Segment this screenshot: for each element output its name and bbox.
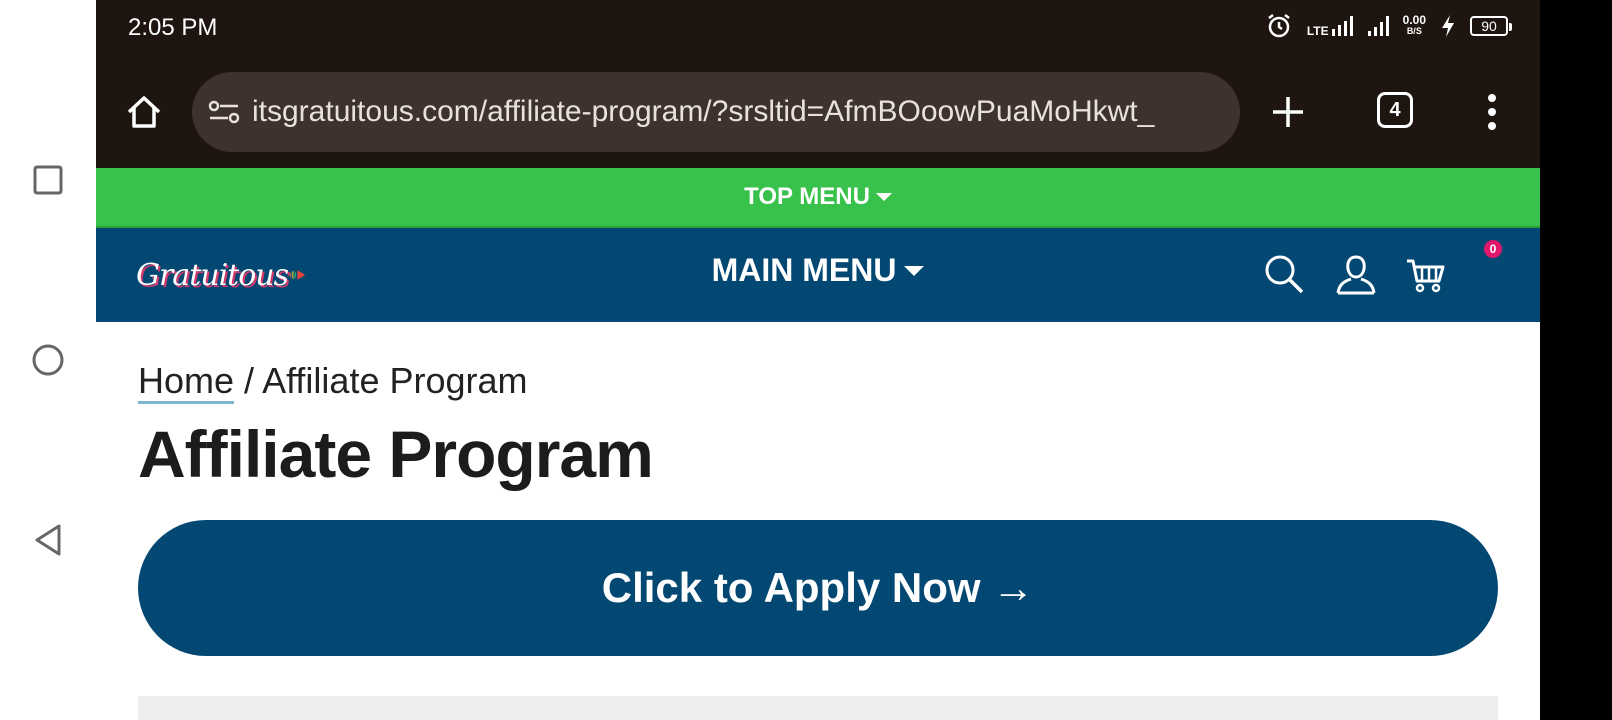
lte-signal: LTE <box>1307 15 1353 37</box>
cart-button[interactable] <box>1402 250 1450 298</box>
android-nav-bar <box>0 0 96 720</box>
back-nav-button[interactable] <box>28 520 68 560</box>
triangle-back-icon <box>35 524 61 556</box>
search-button[interactable] <box>1260 250 1308 298</box>
screen-edge <box>1540 0 1612 720</box>
breadcrumb-home-link[interactable]: Home <box>138 360 235 404</box>
signal-bars-2-icon <box>1367 16 1389 36</box>
home-icon <box>127 96 161 128</box>
recents-button[interactable] <box>28 160 68 200</box>
network-type-label: LTE <box>1306 24 1329 38</box>
breadcrumb-current: Affiliate Program <box>262 360 528 401</box>
browser-home-button[interactable] <box>120 88 168 136</box>
circle-icon <box>32 344 64 376</box>
more-vert-icon <box>1488 94 1496 130</box>
tune-icon <box>208 100 240 124</box>
speed-unit: B/S <box>1406 26 1422 36</box>
address-bar[interactable]: itsgratuitous.com/affiliate-program/?srs… <box>192 72 1240 152</box>
site-settings-icon[interactable] <box>206 94 242 130</box>
page-title: Affiliate Program <box>138 417 654 491</box>
cart-icon <box>1407 259 1445 293</box>
url-text[interactable]: itsgratuitous.com/affiliate-program/?srs… <box>252 95 1222 129</box>
browser-toolbar: itsgratuitous.com/affiliate-program/?srs… <box>96 56 1540 168</box>
main-menu-label: MAIN MENU <box>711 252 897 288</box>
battery-indicator: 90 <box>1470 16 1512 36</box>
speed-value: 0.00 <box>1402 13 1426 27</box>
user-icon <box>1336 255 1376 295</box>
search-icon <box>1265 255 1304 294</box>
breadcrumb: Home / Affiliate Program <box>138 360 528 404</box>
main-navigation: Gratuitous MAIN MENU 0 <box>96 228 1540 322</box>
network-speed: 0.00 B/S <box>1402 13 1426 37</box>
apply-now-button[interactable]: Click to Apply Now → <box>138 520 1498 656</box>
tab-switcher-button[interactable]: 4 <box>1377 92 1413 128</box>
top-menu-toggle[interactable]: TOP MENU <box>96 168 1540 228</box>
alarm-icon <box>1268 14 1290 38</box>
charging-bolt-icon <box>1442 15 1454 37</box>
new-tab-button[interactable] <box>1264 88 1312 136</box>
status-bar: 2:05 PM LTE 0.00 B/S 90 <box>96 0 1540 56</box>
caret-down-icon <box>904 265 925 276</box>
cart-count-badge: 0 <box>1484 240 1502 258</box>
browser-menu-button[interactable] <box>1468 88 1516 136</box>
main-menu-toggle[interactable]: MAIN MENU <box>96 252 1540 289</box>
breadcrumb-separator: / <box>234 360 263 401</box>
status-icons: LTE 0.00 B/S 90 <box>1265 12 1512 40</box>
top-menu-label: TOP MENU <box>744 183 870 210</box>
plus-icon <box>1273 97 1303 127</box>
phone-screen: 2:05 PM LTE 0.00 B/S 90 itsgratuitous.co… <box>96 0 1540 720</box>
caret-down-icon <box>875 193 892 201</box>
status-time: 2:05 PM <box>128 14 218 41</box>
signal-bars-icon <box>1331 16 1353 36</box>
content-panel <box>138 696 1498 720</box>
square-icon <box>33 165 63 195</box>
home-nav-button[interactable] <box>28 340 68 380</box>
account-button[interactable] <box>1332 250 1380 298</box>
